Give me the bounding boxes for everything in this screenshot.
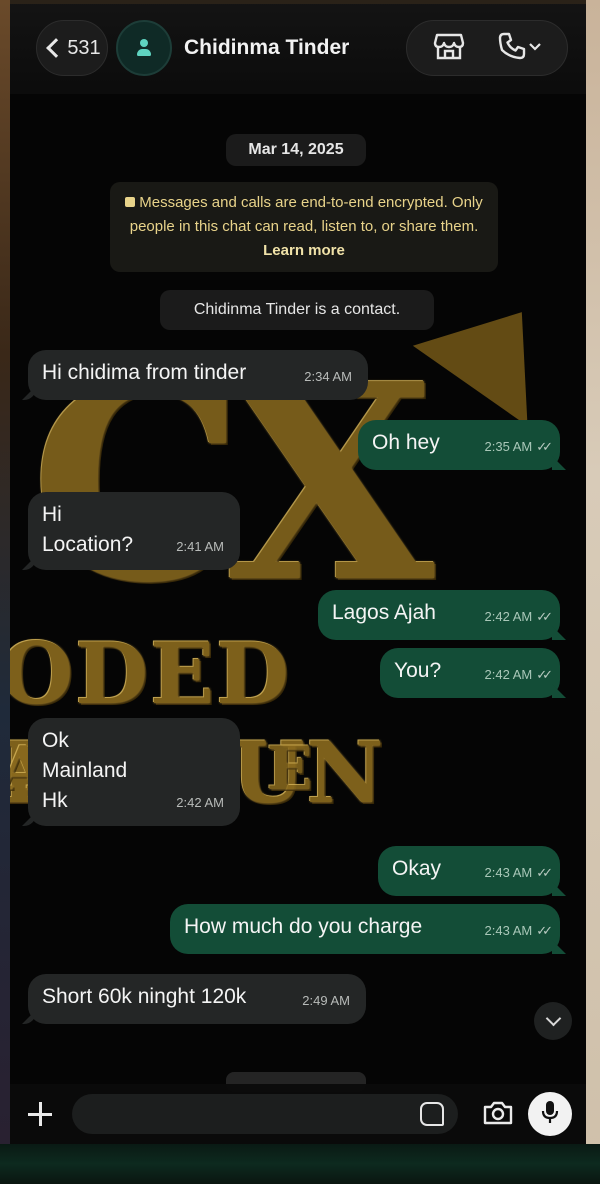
message-time: 2:43 AM: [484, 923, 533, 938]
message-text: Okay: [392, 857, 442, 880]
sticker-icon[interactable]: [420, 1102, 444, 1126]
message-time: 2:42 AM: [484, 667, 533, 682]
message-text: Lagos Ajah: [332, 601, 436, 624]
message-time: 2:34 AM: [304, 369, 352, 384]
microphone-button[interactable]: [528, 1092, 572, 1136]
chat-screen: CX ODED IMMUN ANGE 531 Chidinma Tinder: [10, 4, 586, 1144]
double-check-icon: ✓✓: [536, 667, 553, 682]
lock-icon: [125, 197, 136, 207]
plus-icon[interactable]: [26, 1100, 54, 1128]
double-check-icon: ✓✓: [536, 923, 553, 938]
message-bubble[interactable]: You? 2:42 AM ✓✓: [380, 648, 560, 698]
message-input[interactable]: [72, 1094, 458, 1134]
learn-more-link[interactable]: Learn more: [263, 242, 345, 259]
message-composer: [10, 1084, 586, 1144]
double-check-icon: ✓✓: [536, 609, 553, 624]
message-bubble[interactable]: Ok Mainland Hk 2:42 AM: [28, 718, 240, 826]
double-check-icon: ✓✓: [536, 865, 553, 880]
scroll-to-bottom-button[interactable]: [534, 1002, 572, 1040]
avatar[interactable]: [116, 20, 172, 76]
chevron-down-icon: [545, 1010, 561, 1027]
message-status: 2:35 AM ✓✓: [484, 432, 553, 462]
phone-icon: [497, 31, 527, 66]
message-status: 2:42 AM ✓✓: [484, 660, 553, 690]
message-bubble[interactable]: Hi Location? 2:41 AM: [28, 492, 240, 570]
device-frame-right: [586, 0, 600, 1184]
message-time: 2:43 AM: [484, 865, 533, 880]
message-bubble[interactable]: Oh hey 2:35 AM ✓✓: [358, 420, 560, 470]
message-time: 2:35 AM: [484, 439, 533, 454]
message-text: You?: [394, 659, 442, 682]
message-time: 2:42 AM: [484, 609, 533, 624]
date-separator: Mar 14, 2025: [226, 134, 366, 166]
message-status: 2:42 AM ✓✓: [484, 602, 553, 632]
double-check-icon: ✓✓: [536, 439, 553, 454]
encryption-notice[interactable]: Messages and calls are end-to-end encryp…: [110, 182, 498, 272]
message-status: 2:43 AM ✓✓: [484, 858, 553, 888]
chevron-down-icon: [529, 39, 541, 57]
message-time: 2:42 AM: [176, 795, 224, 810]
unread-count: 531: [67, 36, 101, 59]
message-text: Hi Location?: [42, 503, 134, 556]
message-status: 2:43 AM ✓✓: [484, 916, 553, 946]
message-text: Hi chidima from tinder: [42, 361, 247, 384]
device-frame-left: [0, 0, 10, 1184]
storefront-icon[interactable]: [433, 31, 465, 66]
encryption-notice-text: Messages and calls are end-to-end encryp…: [129, 194, 483, 235]
message-text: Oh hey: [372, 431, 440, 454]
header-actions: [406, 20, 568, 76]
wallpaper-arrow: [412, 294, 580, 427]
message-bubble[interactable]: Short 60k ninght 120k 2:49 AM: [28, 974, 366, 1024]
message-text: How much do you charge: [184, 915, 423, 938]
message-text: Ok Mainland Hk: [42, 729, 128, 812]
message-time: 2:41 AM: [176, 539, 224, 554]
chat-header: 531 Chidinma Tinder: [10, 4, 586, 94]
call-menu[interactable]: [497, 31, 541, 66]
camera-icon[interactable]: [482, 1100, 514, 1126]
contact-notice: Chidinma Tinder is a contact.: [160, 290, 434, 330]
microphone-icon: [540, 1099, 560, 1130]
message-bubble[interactable]: Okay 2:43 AM ✓✓: [378, 846, 560, 896]
chevron-left-icon: [46, 38, 67, 58]
message-text: Short 60k ninght 120k: [42, 985, 247, 1008]
message-bubble[interactable]: Hi chidima from tinder 2:34 AM: [28, 350, 368, 400]
person-icon: [135, 39, 153, 57]
message-bubble[interactable]: How much do you charge 2:43 AM ✓✓: [170, 904, 560, 954]
message-bubble[interactable]: Lagos Ajah 2:42 AM ✓✓: [318, 590, 560, 640]
message-time: 2:49 AM: [302, 993, 350, 1008]
contact-name[interactable]: Chidinma Tinder: [184, 36, 349, 60]
device-frame-bottom: [0, 1144, 600, 1184]
back-button[interactable]: 531: [36, 20, 108, 76]
